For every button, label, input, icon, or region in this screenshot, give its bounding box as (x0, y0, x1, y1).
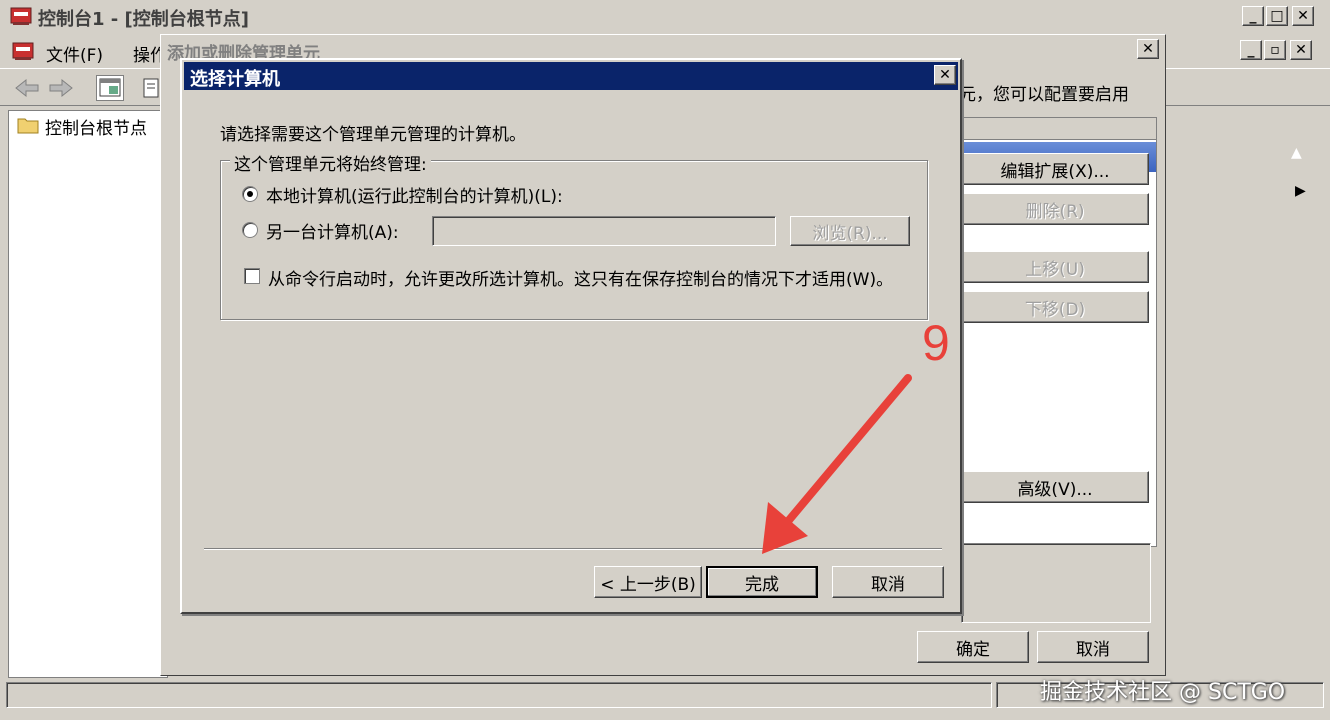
description-box (961, 543, 1151, 623)
remove-button[interactable]: 删除(R) (961, 193, 1149, 225)
select-computer-close-button[interactable]: ✕ (934, 65, 956, 85)
step-number-annotation: 9 (922, 315, 950, 371)
tree-root-node[interactable]: 控制台根节点 (45, 114, 147, 139)
main-window-title: 控制台1 - [控制台根节点] (38, 9, 249, 30)
pointer-arrow-annotation (762, 374, 912, 554)
list-view-icon[interactable] (142, 77, 162, 99)
child-close-button[interactable]: ✕ (1290, 40, 1312, 60)
groupbox-label: 这个管理单元将始终管理: (230, 150, 431, 175)
close-button[interactable]: ✕ (1292, 6, 1314, 26)
back-arrow-icon[interactable] (14, 77, 40, 99)
folder-icon (17, 115, 39, 135)
move-down-button[interactable]: 下移(D) (961, 291, 1149, 323)
edit-extensions-button[interactable]: 编辑扩展(X)... (961, 153, 1149, 185)
back-button[interactable]: < 上一步(B) (594, 566, 702, 598)
show-tree-icon[interactable] (96, 75, 124, 101)
mmc-app-icon (10, 6, 32, 26)
addremove-close-button[interactable]: ✕ (1137, 39, 1159, 59)
child-restore-button[interactable]: ▫ (1264, 40, 1286, 60)
allow-change-checkbox[interactable] (244, 268, 260, 284)
list-header (962, 118, 1156, 140)
addremove-description: 元，您可以配置要启用 (959, 85, 1129, 105)
radio-local-label[interactable]: 本地计算机(运行此控制台的计算机)(L): (266, 182, 563, 207)
child-minimize-button[interactable]: _ (1240, 40, 1262, 60)
allow-change-label[interactable]: 从命令行启动时，允许更改所选计算机。这只有在保存控制台的情况下才适用(W)。 (268, 265, 893, 290)
watermark-text: 掘金技术社区 @ SCTGO (1040, 680, 1286, 705)
status-bar-panel-1 (6, 682, 992, 708)
browse-button[interactable]: 浏览(R)... (790, 216, 910, 246)
radio-selected-dot (247, 191, 253, 197)
select-computer-cancel-button[interactable]: 取消 (832, 566, 944, 598)
select-computer-title: 选择计算机 (190, 69, 280, 90)
minimize-button[interactable]: _ (1242, 6, 1264, 26)
radio-another-label[interactable]: 另一台计算机(A): (266, 218, 399, 243)
forward-arrow-icon[interactable] (48, 77, 74, 99)
radio-another-computer[interactable] (242, 222, 258, 238)
instruction-text: 请选择需要这个管理单元管理的计算机。 (220, 125, 526, 145)
expand-right-icon[interactable]: ▶ (1295, 183, 1306, 199)
console-doc-icon (12, 40, 34, 62)
tree-pane: 控制台根节点 (8, 110, 168, 678)
finish-button[interactable]: 完成 (706, 566, 818, 598)
menu-file[interactable]: 文件(F) (46, 41, 103, 66)
radio-local-computer[interactable] (242, 186, 258, 202)
select-computer-title-bar: 选择计算机 ✕ (184, 62, 958, 90)
collapse-up-icon[interactable]: ▲ (1291, 145, 1302, 161)
move-up-button[interactable]: 上移(U) (961, 251, 1149, 283)
advanced-button[interactable]: 高级(V)... (961, 471, 1149, 503)
main-title-bar: 控制台1 - [控制台根节点] _ □ ✕ (0, 0, 1330, 32)
another-computer-input[interactable] (432, 216, 776, 246)
maximize-button[interactable]: □ (1266, 6, 1288, 26)
addremove-cancel-button[interactable]: 取消 (1037, 631, 1149, 663)
ok-button[interactable]: 确定 (917, 631, 1029, 663)
